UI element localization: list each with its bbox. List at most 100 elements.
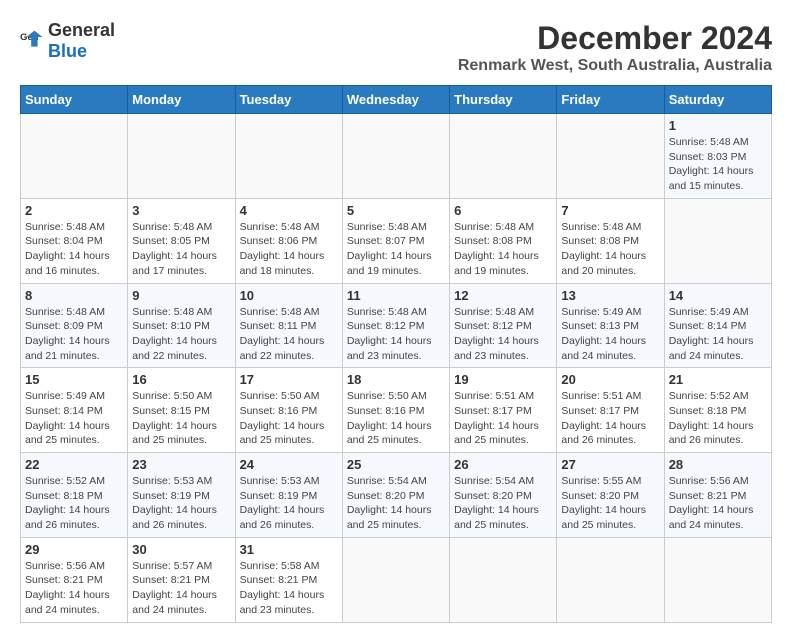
col-saturday: Saturday [664,86,771,114]
col-monday: Monday [128,86,235,114]
day-number: 12 [454,288,552,303]
col-tuesday: Tuesday [235,86,342,114]
day-info: Sunrise: 5:50 AMSunset: 8:16 PMDaylight:… [347,389,445,448]
day-info: Sunrise: 5:48 AMSunset: 8:11 PMDaylight:… [240,305,338,364]
empty-cell [128,114,235,199]
day-number: 10 [240,288,338,303]
day-info: Sunrise: 5:49 AMSunset: 8:14 PMDaylight:… [25,389,123,448]
table-row: 5 Sunrise: 5:48 AMSunset: 8:07 PMDaylight… [342,198,449,283]
day-info: Sunrise: 5:48 AMSunset: 8:07 PMDaylight:… [347,220,445,279]
table-row: 10 Sunrise: 5:48 AMSunset: 8:11 PMDayligh… [235,283,342,368]
day-info: Sunrise: 5:48 AMSunset: 8:08 PMDaylight:… [454,220,552,279]
table-row: 23 Sunrise: 5:53 AMSunset: 8:19 PMDayligh… [128,453,235,538]
day-number: 6 [454,203,552,218]
day-number: 31 [240,542,338,557]
table-row: 31 Sunrise: 5:58 AMSunset: 8:21 PMDayligh… [235,537,342,622]
calendar-week-2: 2 Sunrise: 5:48 AMSunset: 8:04 PMDaylight… [21,198,772,283]
table-row: 4Sunrise: 5:48 AMSunset: 8:06 PMDaylight… [235,198,342,283]
day-info: Sunrise: 5:51 AMSunset: 8:17 PMDaylight:… [561,389,659,448]
title-section: December 2024 Renmark West, South Austra… [458,20,772,75]
page-header: Gen General Blue December 2024 Renmark W… [20,20,772,75]
col-thursday: Thursday [450,86,557,114]
logo-blue: Blue [48,41,87,61]
day-number: 3 [132,203,230,218]
table-row: 13 Sunrise: 5:49 AMSunset: 8:13 PMDayligh… [557,283,664,368]
day-number: 28 [669,457,767,472]
day-number: 7 [561,203,659,218]
main-title: December 2024 [458,20,772,57]
day-info: Sunrise: 5:48 AMSunset: 8:12 PMDaylight:… [347,305,445,364]
day-info: Sunrise: 5:48 AMSunset: 8:05 PMDaylight:… [132,220,230,279]
day-number: 29 [25,542,123,557]
day-number: 11 [347,288,445,303]
empty-cell [342,114,449,199]
day-number: 2 [25,203,123,218]
calendar-week-6: 29 Sunrise: 5:56 AMSunset: 8:21 PMDayligh… [21,537,772,622]
empty-cell [450,114,557,199]
day-info: Sunrise: 5:48 AMSunset: 8:03 PMDaylight:… [669,135,767,194]
table-row: 18Sunrise: 5:50 AMSunset: 8:16 PMDayligh… [342,368,449,453]
day-info: Sunrise: 5:48 AMSunset: 8:09 PMDaylight:… [25,305,123,364]
table-row [450,537,557,622]
table-row: 15 Sunrise: 5:49 AMSunset: 8:14 PMDayligh… [21,368,128,453]
table-row: 17Sunrise: 5:50 AMSunset: 8:16 PMDayligh… [235,368,342,453]
day-number: 22 [25,457,123,472]
empty-cell [21,114,128,199]
day-info: Sunrise: 5:52 AMSunset: 8:18 PMDaylight:… [25,474,123,533]
day-info: Sunrise: 5:55 AMSunset: 8:20 PMDaylight:… [561,474,659,533]
day-number: 8 [25,288,123,303]
logo-icon: Gen [20,29,44,53]
day-number: 14 [669,288,767,303]
table-row: 14Sunrise: 5:49 AMSunset: 8:14 PMDayligh… [664,283,771,368]
day-info: Sunrise: 5:48 AMSunset: 8:10 PMDaylight:… [132,305,230,364]
table-row: 19Sunrise: 5:51 AMSunset: 8:17 PMDayligh… [450,368,557,453]
empty-cell [235,114,342,199]
day-info: Sunrise: 5:56 AMSunset: 8:21 PMDaylight:… [25,559,123,618]
table-row [664,198,771,283]
day-number: 13 [561,288,659,303]
logo-text: General Blue [48,20,115,62]
logo: Gen General Blue [20,20,115,62]
day-info: Sunrise: 5:48 AMSunset: 8:04 PMDaylight:… [25,220,123,279]
table-row [557,537,664,622]
empty-cell [557,114,664,199]
subtitle: Renmark West, South Australia, Australia [458,57,772,75]
col-sunday: Sunday [21,86,128,114]
table-row: 28 Sunrise: 5:56 AMSunset: 8:21 PMDayligh… [664,453,771,538]
table-row: 1 Sunrise: 5:48 AMSunset: 8:03 PMDaylight… [664,114,771,199]
day-info: Sunrise: 5:53 AMSunset: 8:19 PMDaylight:… [132,474,230,533]
day-number: 5 [347,203,445,218]
day-info: Sunrise: 5:49 AMSunset: 8:13 PMDaylight:… [561,305,659,364]
day-number: 26 [454,457,552,472]
table-row: 25Sunrise: 5:54 AMSunset: 8:20 PMDayligh… [342,453,449,538]
table-row: 24Sunrise: 5:53 AMSunset: 8:19 PMDayligh… [235,453,342,538]
table-row: 22 Sunrise: 5:52 AMSunset: 8:18 PMDayligh… [21,453,128,538]
table-row: 16 Sunrise: 5:50 AMSunset: 8:15 PMDayligh… [128,368,235,453]
day-info: Sunrise: 5:51 AMSunset: 8:17 PMDaylight:… [454,389,552,448]
calendar-header-row: Sunday Monday Tuesday Wednesday Thursday… [21,86,772,114]
day-number: 4 [240,203,338,218]
day-number: 15 [25,372,123,387]
day-info: Sunrise: 5:50 AMSunset: 8:15 PMDaylight:… [132,389,230,448]
table-row: 2 Sunrise: 5:48 AMSunset: 8:04 PMDaylight… [21,198,128,283]
day-info: Sunrise: 5:58 AMSunset: 8:21 PMDaylight:… [240,559,338,618]
day-number: 1 [669,118,767,133]
table-row: 26Sunrise: 5:54 AMSunset: 8:20 PMDayligh… [450,453,557,538]
table-row: 11 Sunrise: 5:48 AMSunset: 8:12 PMDayligh… [342,283,449,368]
table-row: 12Sunrise: 5:48 AMSunset: 8:12 PMDayligh… [450,283,557,368]
day-number: 21 [669,372,767,387]
table-row: 21Sunrise: 5:52 AMSunset: 8:18 PMDayligh… [664,368,771,453]
table-row: 3 Sunrise: 5:48 AMSunset: 8:05 PMDaylight… [128,198,235,283]
day-number: 23 [132,457,230,472]
table-row: 20 Sunrise: 5:51 AMSunset: 8:17 PMDayligh… [557,368,664,453]
day-number: 20 [561,372,659,387]
col-friday: Friday [557,86,664,114]
table-row: 8 Sunrise: 5:48 AMSunset: 8:09 PMDaylight… [21,283,128,368]
calendar-table: Sunday Monday Tuesday Wednesday Thursday… [20,85,772,623]
day-info: Sunrise: 5:48 AMSunset: 8:08 PMDaylight:… [561,220,659,279]
day-info: Sunrise: 5:56 AMSunset: 8:21 PMDaylight:… [669,474,767,533]
day-info: Sunrise: 5:53 AMSunset: 8:19 PMDaylight:… [240,474,338,533]
table-row: 6 Sunrise: 5:48 AMSunset: 8:08 PMDaylight… [450,198,557,283]
day-number: 16 [132,372,230,387]
calendar-week-3: 8 Sunrise: 5:48 AMSunset: 8:09 PMDaylight… [21,283,772,368]
